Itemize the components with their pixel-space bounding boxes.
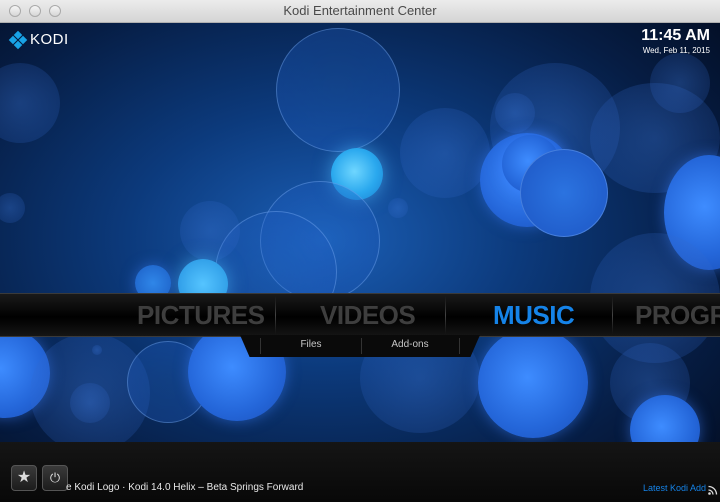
menu-divider — [612, 296, 613, 334]
power-button[interactable]: ⏻ — [42, 465, 68, 491]
kodi-logo: KODI — [8, 30, 69, 49]
menu-divider — [445, 296, 446, 334]
rss-icon — [708, 485, 718, 495]
music-submenu: Files Add-ons — [240, 335, 480, 357]
menu-item-programs[interactable]: PROGRA — [635, 294, 720, 336]
main-menu: PICTURES VIDEOS MUSIC PROGRA — [0, 293, 720, 337]
favourites-button[interactable]: ★ — [11, 465, 37, 491]
latest-addons-link[interactable]: Latest Kodi Add — [643, 483, 706, 493]
clock: 11:45 AM Wed, Feb 11, 2015 — [641, 27, 710, 55]
menu-divider — [275, 296, 276, 334]
title-bar[interactable]: Kodi Entertainment Center — [0, 0, 720, 23]
menu-item-music[interactable]: MUSIC — [493, 294, 575, 336]
submenu-divider — [260, 338, 261, 354]
power-icon: ⏻ — [49, 470, 61, 485]
kodi-logo-icon — [8, 30, 28, 49]
kodi-logo-text: KODI — [30, 31, 69, 48]
clock-date: Wed, Feb 11, 2015 — [642, 46, 710, 55]
submenu-item-files[interactable]: Files — [262, 335, 360, 357]
submenu-divider — [459, 338, 460, 354]
kodi-window: Kodi Entertainment Center KODI 11:45 AM … — [0, 0, 720, 502]
star-icon: ★ — [16, 469, 32, 486]
menu-item-videos[interactable]: VIDEOS — [320, 294, 416, 336]
clock-time: 11:45 AM — [641, 27, 710, 44]
footer-bar: ★ ⏻ e Kodi Logo · Kodi 14.0 Helix – Beta… — [0, 442, 720, 502]
news-ticker: e Kodi Logo · Kodi 14.0 Helix – Beta Spr… — [66, 482, 304, 493]
home-screen: KODI 11:45 AM Wed, Feb 11, 2015 PICTURES… — [0, 23, 720, 502]
window-title: Kodi Entertainment Center — [283, 3, 437, 18]
submenu-item-add-ons[interactable]: Add-ons — [362, 335, 458, 357]
menu-item-pictures[interactable]: PICTURES — [137, 294, 265, 336]
